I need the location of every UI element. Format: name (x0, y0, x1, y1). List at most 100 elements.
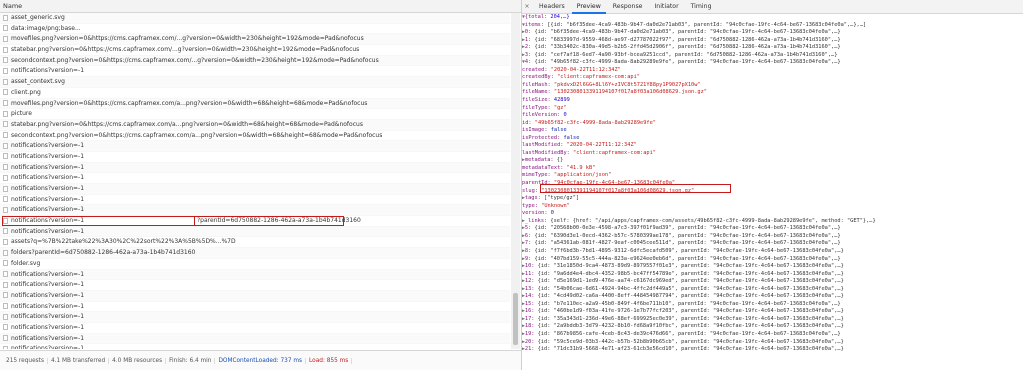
request-row[interactable]: asset_context.svg (0, 77, 510, 88)
json-line: fileName: "1302308013391194107f017a8f03a… (522, 89, 707, 96)
request-row[interactable]: notifications?version=-1 (0, 302, 510, 313)
json-line[interactable]: ▶9: {id: "407bd159-55c5-444a-823a-e9624e… (522, 256, 1023, 264)
request-name: statebar.png?version=0&https://cms.capfr… (11, 46, 360, 54)
json-line[interactable]: ▶6: {id: "6390d3e1-0ecd-4362-b57c-578039… (522, 233, 1023, 241)
transferred-size: 4.1 MB transferred (47, 358, 110, 364)
request-row[interactable]: assets?q=%7B%22take%22%3A30%2C%22sort%22… (0, 237, 510, 249)
json-line[interactable]: ▶_links: {self: {href: "/api/apps/capfra… (522, 218, 1023, 226)
request-row[interactable]: notifications?version=-1 (0, 333, 510, 345)
json-line[interactable]: ▶15: {id: "b7e110ec-a2a9-45b0-849f-4f6be… (522, 301, 1023, 309)
request-row[interactable]: client.png (0, 88, 510, 99)
request-row[interactable]: picture (0, 109, 510, 120)
request-row[interactable]: notifications?version=-1 (0, 344, 510, 349)
file-icon (3, 249, 8, 256)
file-icon (3, 185, 8, 192)
json-line[interactable]: ▶10: {id: "31e1850d-9ca4-4873-89d9-89795… (522, 263, 1023, 271)
file-icon (3, 110, 8, 117)
request-row[interactable]: notifications?version=-1 (0, 141, 510, 152)
file-icon (3, 164, 8, 171)
json-line[interactable]: ▶14: {id: "4cd49d02-ca6a-4400-8eff-44845… (522, 293, 1023, 301)
json-line[interactable]: ▶17: {id: "35a343d1-236d-49e6-88ef-69992… (522, 316, 1023, 324)
json-line[interactable]: ▶11: {id: "9a6dd4e4-dbc4-4352-98b5-bc47f… (522, 271, 1023, 279)
request-name: data:image/png;base... (11, 24, 81, 32)
request-row[interactable]: secondcontext.png?version=0&https://cms.… (0, 55, 510, 67)
json-line[interactable]: ▼{total: 204,…} (522, 14, 1023, 22)
scrollbar-thumb[interactable] (513, 293, 518, 345)
request-row[interactable]: notifications?version=-1 (0, 184, 510, 195)
request-name: movefiles.png?version=0&https://cms.capf… (11, 35, 364, 43)
request-row[interactable]: notifications?version=-1 (0, 205, 510, 217)
request-row[interactable]: notifications?version=-1 (0, 312, 510, 323)
json-line[interactable]: ▶20: {id: "59c5ce9d-03b3-442c-b57b-52b8b… (522, 339, 1023, 347)
request-row[interactable]: notifications?version=-1 (0, 280, 510, 291)
highlight-box-parent-id: ?parentId=6d750882-1286-462a-a73a-1b4b74… (194, 216, 361, 226)
request-list: asset_generic.svg data:image/png;base... m… (0, 13, 510, 349)
request-row[interactable]: secondcontext.png?version=0&https://cms.… (0, 131, 510, 142)
file-icon (3, 260, 8, 267)
request-row[interactable]: notifications?version=-1 (0, 66, 510, 78)
name-column-header[interactable]: Name (0, 0, 521, 13)
json-line[interactable]: ▶0: {id: "b6f35dee-4ca9-483b-9b47-da0d2e… (522, 29, 1023, 37)
network-request-panel: Name asset_generic.svg data:image/png;bas… (0, 0, 522, 370)
json-line[interactable]: ▶1: {id: "6833997d-9559-468d-ae97-d27787… (522, 37, 1023, 45)
tab-timing[interactable]: Timing (686, 0, 717, 13)
json-line[interactable]: ▶2: {id: "33b3402c-830a-49d5-b2b5-2ffd45… (522, 44, 1023, 52)
request-row[interactable]: folder.svg (0, 259, 510, 270)
request-row[interactable]: notifications?version=-1 (0, 162, 510, 174)
json-line[interactable]: ▶7: {id: "a54361ab-081f-4827-9eaf-c0045c… (522, 240, 1023, 248)
json-line[interactable]: ▶13: {id: "54b06cae-6d61-4924-94bc-4ffc2… (522, 286, 1023, 294)
request-row[interactable]: statebar.png?version=0&https://cms.capfr… (0, 119, 510, 131)
request-name: notifications?version=-1 (11, 195, 85, 203)
file-icon (3, 153, 8, 160)
request-row[interactable]: statebar.png?version=0&https://cms.capfr… (0, 45, 510, 56)
json-line: createdBy: "client:capframex-com:api" (522, 74, 640, 81)
request-name: asset_context.svg (11, 78, 65, 86)
json-line[interactable]: ▶metadata: {} (522, 157, 1023, 165)
file-icon (3, 303, 8, 310)
request-name: notifications?version=-1 (11, 142, 85, 150)
file-icon (3, 14, 8, 21)
request-row[interactable]: notifications?version=-1 (0, 152, 510, 163)
json-line[interactable]: ▶12: {id: "d5e169d1-1ed9-476e-aa74-c6167… (522, 278, 1023, 286)
request-row[interactable]: notifications?version=-1 (0, 323, 510, 334)
json-line[interactable]: ▶8: {id: "f7f6bd3b-7bd1-4895-9312-6dfc5e… (522, 248, 1023, 256)
close-icon[interactable]: × (522, 0, 532, 13)
request-row[interactable]: notifications?version=-1 (0, 195, 510, 206)
json-line[interactable]: ▶tags: ["type/gz"] (522, 195, 1023, 203)
request-row[interactable]: notifications?version=-1 (0, 226, 510, 238)
json-line[interactable]: ▶5: {id: "20568b00-0e3e-4598-a7c3-397f01… (522, 225, 1023, 233)
json-line[interactable]: ▶3: {id: "cef7af18-6ed7-4a90-93bf-bcea92… (522, 52, 1023, 60)
request-detail-panel: × Headers Preview Response Initiator Tim… (522, 0, 1023, 370)
json-line: id: "49b65f82-c3fc-4999-8ada-8ab29289e9f… (522, 119, 656, 126)
tab-preview[interactable]: Preview (571, 1, 606, 14)
request-row[interactable]: notifications?version=-1 (0, 269, 510, 281)
json-line[interactable]: ▼items: [{id: "b6f35dee-4ca9-483b-9b47-d… (522, 22, 1023, 30)
request-row[interactable]: folders?parentId=6d750882-1286-462a-a73a… (0, 248, 510, 259)
tab-initiator[interactable]: Initiator (649, 0, 683, 13)
request-row[interactable]: asset_generic.svg (0, 13, 510, 24)
json-line[interactable]: ▼4: {id: "49b65f82-c3fc-4999-8ada-8ab292… (522, 59, 1023, 67)
request-row[interactable]: notifications?version=-1 (0, 290, 510, 302)
request-row[interactable]: notifications?version=-1 (0, 173, 510, 184)
json-line: lastModified: "2020-04-22T11:12:34Z" (522, 142, 637, 149)
json-line[interactable]: ▶21: {id: "71dc31b9-5668-4e71-af23-61cb3… (522, 346, 1023, 354)
request-name: notifications?version=-1 (11, 163, 85, 171)
json-line: fileType: "gz" (522, 104, 567, 111)
tab-headers[interactable]: Headers (534, 0, 570, 13)
json-line[interactable]: ▶16: {id: "460be1d9-f03a-41fe-9726-1e7b7… (522, 308, 1023, 316)
request-row[interactable]: movefiles.png?version=0&https://cms.capf… (0, 34, 510, 46)
request-row[interactable]: movefiles.png?version=0&https://cms.capf… (0, 98, 510, 110)
detail-tabs: × Headers Preview Response Initiator Tim… (522, 0, 1023, 14)
request-name: notifications?version=-1 (11, 174, 85, 182)
file-icon (3, 174, 8, 181)
json-line: type: "Unknown" (522, 202, 570, 209)
request-name: picture (11, 110, 32, 118)
json-line: fileVersion: 0 (522, 112, 567, 119)
request-list-scrollbar[interactable] (511, 13, 520, 349)
file-icon (3, 57, 8, 64)
json-line: created: "2020-04-22T11:12:34Z" (522, 66, 621, 73)
json-line[interactable]: ▶18: {id: "2a9bddb3-3d79-4232-8b10-fd68a… (522, 323, 1023, 331)
request-row[interactable]: data:image/png;base... (0, 24, 510, 35)
json-line[interactable]: ▶19: {id: "867b9856-cafe-4ceb-8c43-de39c… (522, 331, 1023, 339)
tab-response[interactable]: Response (608, 0, 648, 13)
